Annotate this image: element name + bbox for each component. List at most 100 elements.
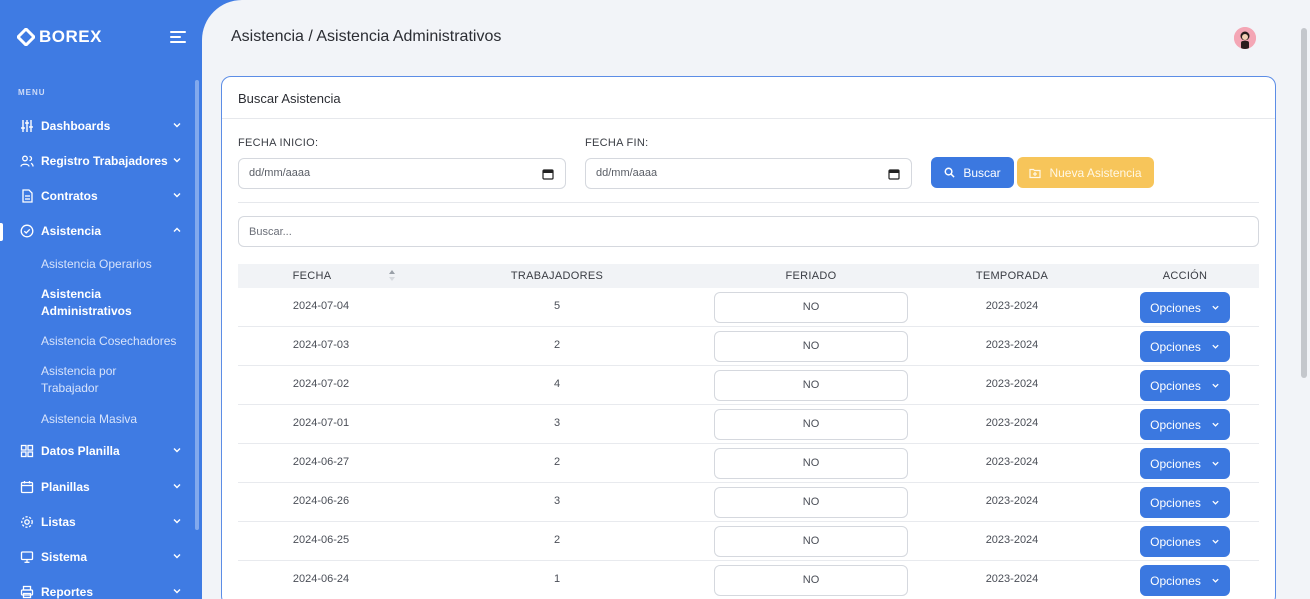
sidebar-item-registro-trabajadores[interactable]: Registro Trabajadores — [0, 143, 196, 178]
opciones-button[interactable]: Opciones — [1140, 409, 1230, 440]
cell-temporada: 2023-2024 — [985, 378, 1039, 390]
opciones-button[interactable]: Opciones — [1140, 292, 1230, 323]
brand-name: BOREX — [39, 27, 102, 46]
main-content: Asistencia / Asistencia Administrativos … — [202, 0, 1310, 599]
table-header: FECHA TRABAJADORES FERIADO TEMPORADA ACC… — [238, 264, 1259, 288]
chevron-down-icon — [1212, 461, 1219, 466]
cell-fecha: 2024-07-03 — [292, 339, 350, 351]
cell-feriado[interactable]: NO — [714, 370, 908, 401]
sidebar-item-label: Dashboards — [41, 118, 111, 133]
nueva-asistencia-button[interactable]: Nueva Asistencia — [1017, 157, 1154, 188]
table-row: 2024-06-26 3 NO 2023-2024 Opciones — [238, 483, 1259, 522]
cell-feriado[interactable]: NO — [714, 487, 908, 518]
cell-feriado[interactable]: NO — [714, 526, 908, 557]
sidebar-item-contratos[interactable]: Contratos — [0, 178, 196, 213]
menu-section-label: MENU — [18, 88, 46, 97]
cell-trabajadores: 2 — [553, 339, 561, 351]
document-icon — [22, 188, 33, 203]
chevron-down-icon — [173, 448, 181, 453]
chevron-down-icon — [173, 158, 181, 163]
sidebar-item-datos-planilla[interactable]: Datos Planilla — [0, 433, 196, 468]
sidebar-item-listas[interactable]: Listas — [0, 504, 196, 539]
cell-fecha: 2024-07-04 — [292, 300, 350, 312]
gear-icon — [21, 515, 33, 528]
table-row: 2024-06-24 1 NO 2023-2024 Opciones — [238, 561, 1259, 599]
cell-feriado[interactable]: NO — [714, 409, 908, 440]
fecha-inicio-label: FECHA INICIO: — [238, 137, 319, 149]
sidebar-item-reportes[interactable]: Reportes — [0, 574, 196, 599]
buscar-label: Buscar — [963, 165, 1001, 180]
opciones-button[interactable]: Opciones — [1140, 526, 1230, 557]
cell-trabajadores: 3 — [553, 495, 561, 507]
fecha-fin-input[interactable]: dd/mm/aaaa — [585, 158, 912, 189]
monitor-icon — [20, 550, 34, 563]
opciones-label: Opciones — [1150, 300, 1201, 315]
sidebar-item-label: Listas — [41, 514, 76, 529]
cell-temporada: 2023-2024 — [985, 456, 1039, 468]
opciones-button[interactable]: Opciones — [1140, 487, 1230, 518]
user-avatar[interactable] — [1234, 27, 1256, 49]
calendar-icon[interactable] — [888, 168, 900, 180]
sidebar-item-label: Sistema — [41, 549, 88, 564]
calendar-icon[interactable] — [542, 168, 554, 180]
cell-trabajadores: 3 — [553, 417, 561, 429]
scrollbar-thumb[interactable] — [1301, 28, 1307, 378]
chevron-down-icon — [1212, 344, 1219, 349]
chevron-down-icon — [173, 589, 181, 594]
opciones-button[interactable]: Opciones — [1140, 565, 1230, 596]
printer-icon — [20, 585, 34, 598]
chevron-down-icon — [173, 484, 181, 489]
sidebar-item-planillas[interactable]: Planillas — [0, 469, 196, 504]
cell-temporada: 2023-2024 — [985, 339, 1039, 351]
sidebar-item-sistema[interactable]: Sistema — [0, 539, 196, 574]
cell-temporada: 2023-2024 — [985, 495, 1039, 507]
sort-icon[interactable] — [389, 270, 395, 281]
sidebar-item-asistencia[interactable]: Asistencia — [0, 213, 196, 248]
chevron-down-icon — [1212, 578, 1219, 583]
fecha-inicio-placeholder: dd/mm/aaaa — [249, 167, 311, 179]
folder-plus-icon — [1029, 168, 1042, 178]
chevron-down-icon — [1212, 422, 1219, 427]
subitem-asistencia-por-trabajador[interactable]: Asistencia por Trabajador — [41, 363, 151, 397]
brand-logo[interactable]: BOREX — [17, 26, 102, 48]
subitem-asistencia-administrativos[interactable]: Asistencia Administrativos — [41, 286, 191, 320]
subitem-asistencia-masiva[interactable]: Asistencia Masiva — [41, 411, 191, 428]
cell-temporada: 2023-2024 — [985, 300, 1039, 312]
search-input[interactable]: Buscar... — [238, 216, 1259, 247]
column-header-fecha[interactable]: FECHA — [238, 270, 386, 282]
subitem-asistencia-cosechadores[interactable]: Asistencia Cosechadores — [41, 333, 191, 350]
fecha-inicio-input[interactable]: dd/mm/aaaa — [238, 158, 566, 189]
table-row: 2024-06-25 2 NO 2023-2024 Opciones — [238, 522, 1259, 561]
opciones-label: Opciones — [1150, 495, 1201, 510]
cell-fecha: 2024-06-26 — [292, 495, 350, 507]
cell-feriado[interactable]: NO — [714, 565, 908, 596]
chevron-down-icon — [173, 554, 181, 559]
opciones-button[interactable]: Opciones — [1140, 448, 1230, 479]
cell-feriado[interactable]: NO — [714, 448, 908, 479]
chevron-down-icon — [1212, 500, 1219, 505]
table-row: 2024-07-01 3 NO 2023-2024 Opciones — [238, 405, 1259, 444]
sidebar-item-label: Planillas — [41, 479, 90, 494]
cell-fecha: 2024-07-01 — [292, 417, 350, 429]
sidebar: BOREX MENU Dashboards Registro Trabajado… — [0, 0, 202, 599]
cell-trabajadores: 5 — [553, 300, 561, 312]
page-scrollbar[interactable] — [1298, 0, 1310, 599]
menu-toggle-icon[interactable] — [170, 29, 188, 45]
opciones-button[interactable]: Opciones — [1140, 370, 1230, 401]
sidebar-scrollbar[interactable] — [195, 80, 199, 530]
opciones-button[interactable]: Opciones — [1140, 331, 1230, 362]
sidebar-item-label: Datos Planilla — [41, 443, 120, 458]
cell-fecha: 2024-06-27 — [292, 456, 350, 468]
calendar-icon — [20, 480, 34, 493]
table-row: 2024-07-03 2 NO 2023-2024 Opciones — [238, 327, 1259, 366]
cell-feriado[interactable]: NO — [714, 331, 908, 362]
cell-feriado[interactable]: NO — [714, 292, 908, 323]
column-header-trabajadores: TRABAJADORES — [510, 270, 604, 282]
buscar-button[interactable]: Buscar — [931, 157, 1014, 188]
column-header-accion: ACCIÓN — [1162, 270, 1208, 282]
chevron-down-icon — [1212, 383, 1219, 388]
sidebar-item-dashboards[interactable]: Dashboards — [0, 108, 196, 143]
table-row: 2024-07-04 5 NO 2023-2024 Opciones — [238, 288, 1259, 327]
subitem-asistencia-operarios[interactable]: Asistencia Operarios — [41, 256, 191, 273]
buscar-asistencia-card: Buscar Asistencia FECHA INICIO: dd/mm/aa… — [221, 76, 1276, 599]
